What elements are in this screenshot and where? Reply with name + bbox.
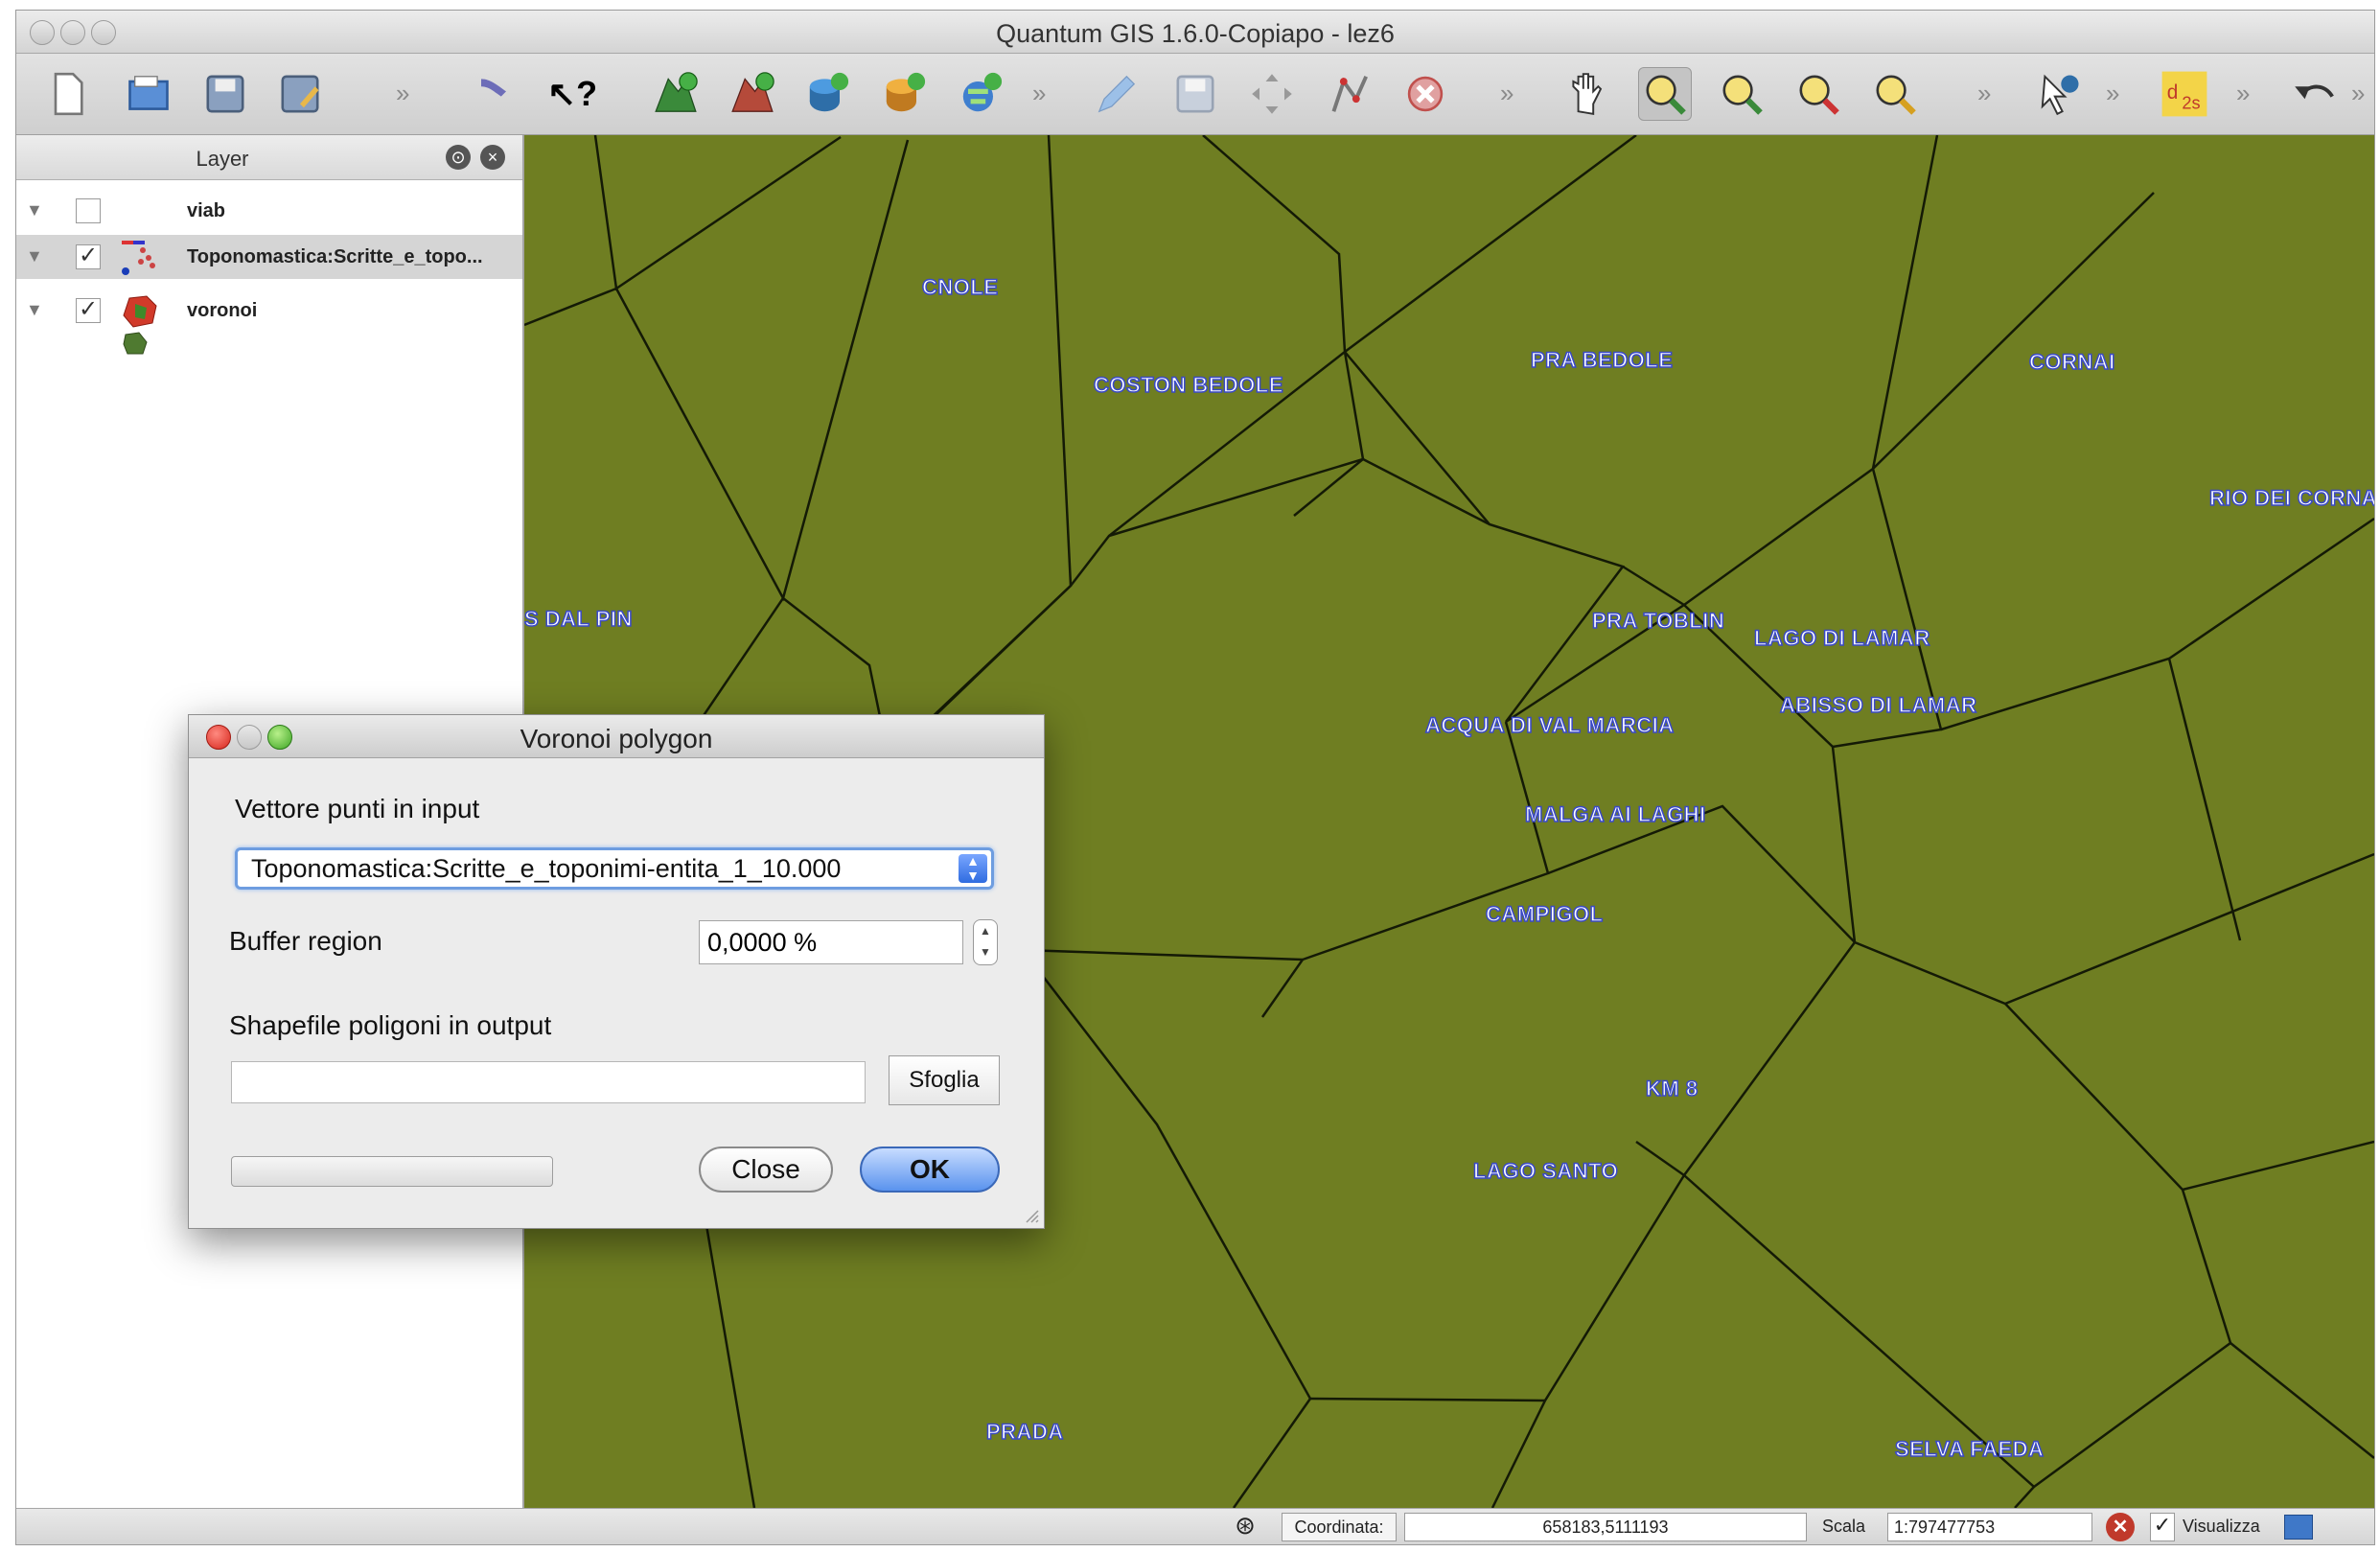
mouse-coordinates-toggle-icon[interactable]: ⊛ [1226,1511,1264,1543]
toolbar-overflow-6[interactable]: » [2236,79,2250,108]
help-cursor-icon[interactable] [467,67,520,121]
title-bar: Quantum GIS 1.6.0-Copiapo - lez6 [16,11,2374,54]
resize-grip-icon[interactable] [1023,1207,1040,1224]
polygon-layer-icon [123,295,157,328]
svg-text:2s: 2s [2182,94,2200,113]
map-label: LAGO SANTO [1472,1158,1619,1184]
toolbar-overflow-2[interactable]: » [1032,79,1046,108]
save-edits-icon[interactable] [1168,67,1222,121]
toolbar-overflow-5[interactable]: » [2106,79,2119,108]
close-panel-icon[interactable]: × [480,145,505,170]
save-as-icon[interactable] [273,67,327,121]
map-label: CAMPIGOL [1485,901,1604,927]
new-project-icon[interactable] [41,67,95,121]
layer-panel-title: Layer [196,147,249,171]
layer-name: Toponomastica:Scritte_e_topo... [187,246,483,267]
expand-triangle-icon[interactable]: ▼ [26,200,43,220]
point-layer-icon [122,241,155,275]
zoom-full-icon[interactable] [1791,67,1845,121]
ok-button[interactable]: OK [860,1147,1000,1193]
map-label: PRADA [985,1419,1064,1445]
render-checkbox[interactable]: ✓ [2150,1513,2175,1541]
expand-triangle-icon[interactable]: ▼ [26,246,43,266]
dialog-title-bar: Voronoi polygon [189,715,1044,758]
main-toolbar: » ↖? » » » » d 2s » » [16,54,2374,135]
layer-name: viab [187,200,226,221]
map-label: S DAL PIN [524,606,633,632]
toolbar-overflow-7[interactable]: » [2351,79,2365,108]
undo-icon[interactable] [2288,67,2342,121]
map-label: PRA TOBLIN [1591,608,1725,634]
output-shapefile-label: Shapefile poligoni in output [229,1010,552,1040]
toolbar-overflow-4[interactable]: » [1977,79,1991,108]
whats-this-icon[interactable]: ↖? [545,67,599,121]
buffer-region-label: Buffer region [229,926,382,956]
close-button[interactable]: Close [699,1147,833,1193]
layer-legend-swatch-icon [123,332,148,355]
delete-selected-icon[interactable] [1398,67,1452,121]
layer-row-voronoi[interactable]: ▼ ✓ voronoi [16,289,522,333]
projection-icon[interactable] [2284,1515,2313,1540]
measure-tool-icon[interactable]: d 2s [2158,67,2211,121]
add-wms-layer-icon[interactable] [954,67,1007,121]
map-label: MALGA AI LAGHI [1524,801,1706,827]
map-label: COSTON BEDOLE [1093,372,1284,398]
map-label: PRA BEDOLE [1530,347,1674,373]
map-label: CNOLE [921,274,999,300]
select-arrows-icon[interactable]: ▲ ▼ [959,854,987,883]
coordinate-field[interactable]: 658183,5111193 [1404,1513,1807,1541]
dialog-title: Voronoi polygon [520,724,713,753]
status-bar: ⊛ Coordinata: 658183,5111193 Scala 1:797… [16,1508,2374,1544]
input-vector-select[interactable]: Toponomastica:Scritte_e_toponimi-entita_… [235,847,994,890]
map-label: LAGO DI LAMAR [1753,625,1930,651]
map-label: SELVA FAEDA [1894,1436,2045,1462]
layer-panel-header: Layer ⊙ × [16,135,522,180]
add-spatialite-layer-icon[interactable] [877,67,931,121]
layer-row-viab[interactable]: ▼ viab [16,189,522,233]
browse-button[interactable]: Sfoglia [889,1055,1000,1105]
coordinate-label: Coordinata: [1282,1513,1397,1541]
layer-visibility-checkbox[interactable]: ✓ [76,298,101,323]
progress-bar [231,1156,553,1187]
undock-panel-icon[interactable]: ⊙ [446,145,471,170]
render-label: Visualizza [2183,1517,2260,1536]
toggle-editing-icon[interactable] [1090,67,1144,121]
map-label: RIO DEI CORNAI [2208,485,2374,511]
expand-triangle-icon[interactable]: ▼ [26,300,43,320]
toolbar-overflow-3[interactable]: » [1500,79,1513,108]
open-project-icon[interactable] [122,67,175,121]
toolbar-overflow-1[interactable]: » [396,79,409,108]
layer-visibility-checkbox[interactable]: ✓ [76,244,101,269]
pan-hand-icon[interactable] [1561,67,1615,121]
layer-row-toponomastica[interactable]: ▼ ✓ Toponomastica:Scritte_e_topo... [16,235,522,279]
svg-text:d: d [2167,81,2179,104]
scale-field[interactable]: 1:797477753 [1887,1513,2092,1541]
stop-render-icon[interactable]: ✕ [2106,1513,2135,1541]
buffer-region-input[interactable]: 0,0000 % [699,920,963,964]
scale-label: Scala [1822,1517,1866,1536]
map-label: ABISSO DI LAMAR [1779,692,1977,718]
layer-visibility-checkbox[interactable] [76,198,101,223]
map-label: CORNAI [2028,349,2115,375]
add-vector-layer-icon[interactable] [649,67,703,121]
output-shapefile-field[interactable] [231,1061,866,1103]
map-label: KM 8 [1645,1076,1698,1101]
save-project-icon[interactable] [198,67,252,121]
zoom-in-icon[interactable] [1638,67,1692,121]
input-vector-label: Vettore punti in input [235,794,480,823]
add-postgis-layer-icon[interactable] [800,67,854,121]
node-tool-icon[interactable] [1322,67,1375,121]
voronoi-dialog: Voronoi polygon Vettore punti in input T… [188,714,1045,1229]
window-title: Quantum GIS 1.6.0-Copiapo - lez6 [996,19,1395,48]
buffer-region-stepper[interactable]: ▲ ▼ [973,919,998,965]
add-raster-layer-icon[interactable] [726,67,779,121]
identify-features-icon[interactable] [2033,67,2087,121]
zoom-out-icon[interactable] [1715,67,1768,121]
zoom-selection-icon[interactable] [1868,67,1922,121]
move-feature-icon[interactable] [1245,67,1299,121]
map-label: ACQUA DI VAL MARCIA [1424,712,1675,738]
layer-name: voronoi [187,300,258,321]
input-vector-value: Toponomastica:Scritte_e_toponimi-entita_… [251,854,842,883]
